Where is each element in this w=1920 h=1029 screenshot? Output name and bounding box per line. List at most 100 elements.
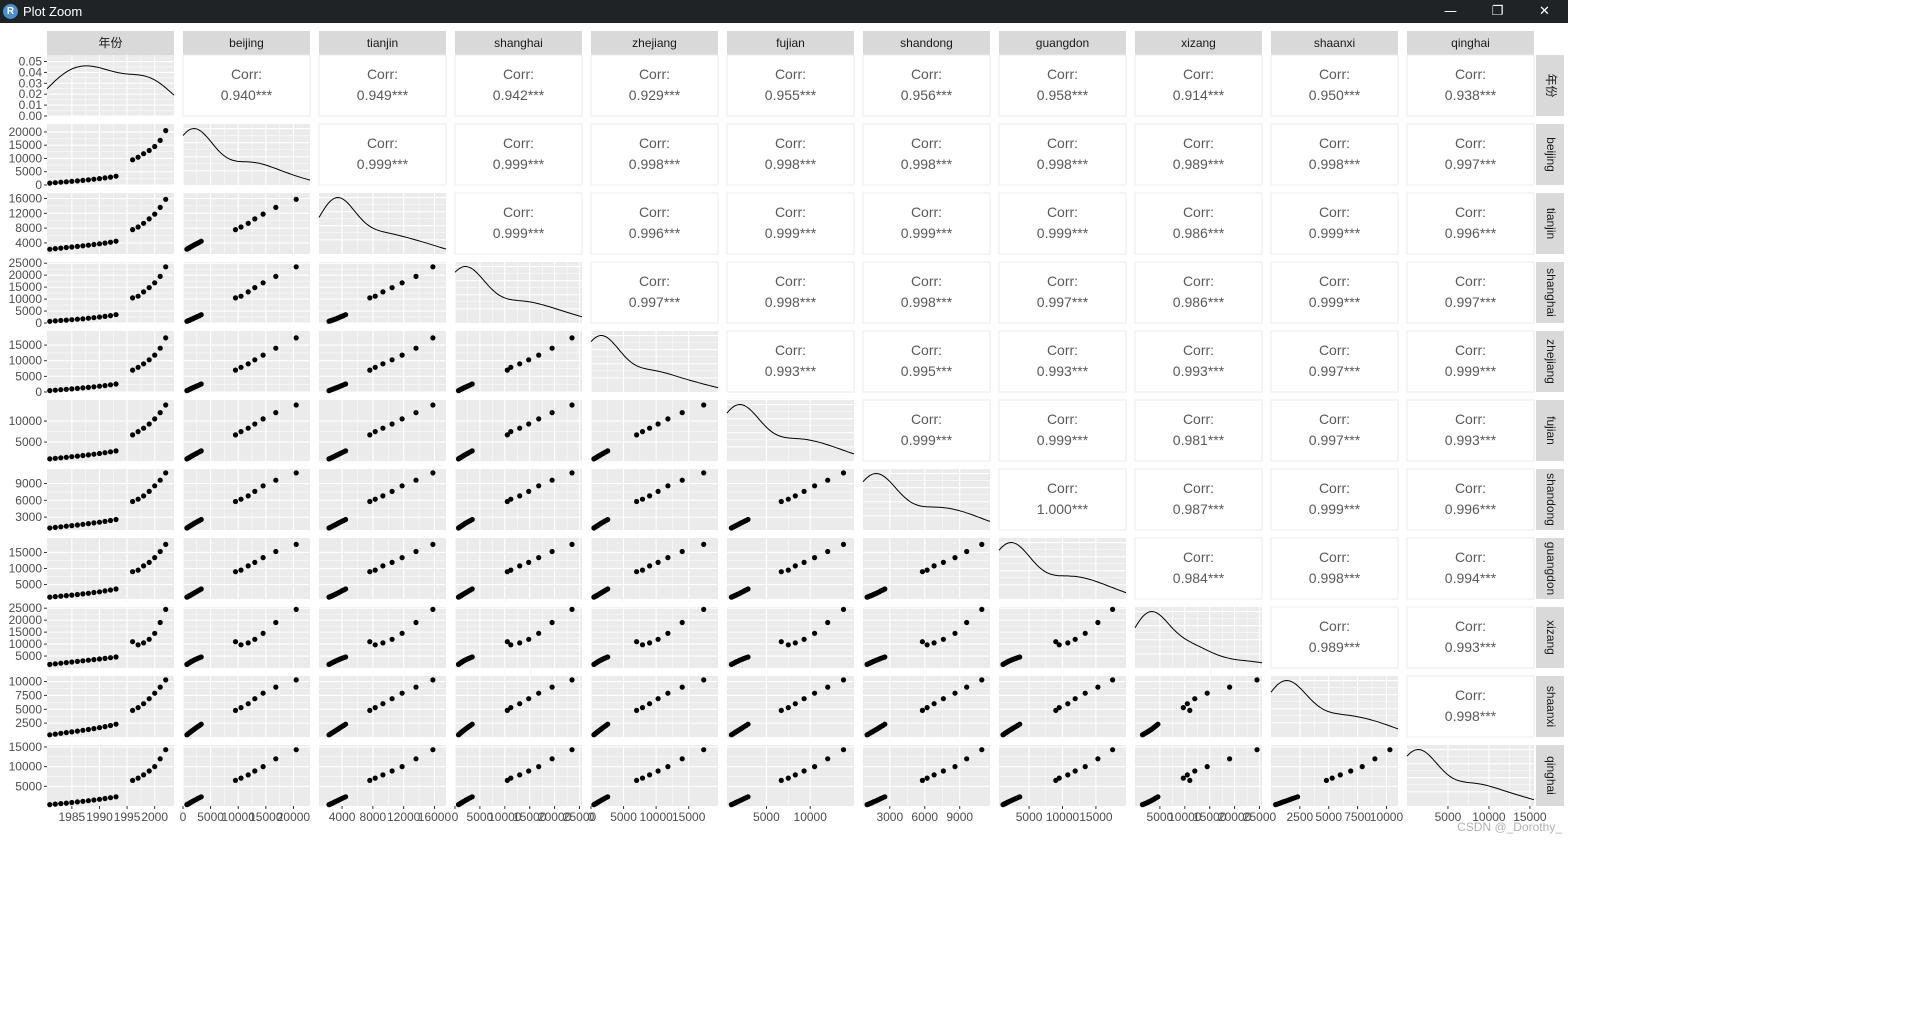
corr-label-2-3: Corr: xyxy=(503,204,534,220)
corr-panel-bg-4-8 xyxy=(1134,330,1263,393)
scatter-point-8-0-17 xyxy=(152,630,158,636)
corr-panel-bg-4-7 xyxy=(998,330,1127,393)
scatter-point-8-4-19 xyxy=(701,606,707,613)
x-tick-label-4-2: 10000 xyxy=(639,810,673,824)
scatter-point-4-1-16 xyxy=(252,357,258,363)
scatter-point-2-0-14 xyxy=(135,224,141,230)
corr-label-0-2: Corr: xyxy=(367,66,398,82)
scatter-point-5-1-16 xyxy=(252,421,258,427)
corr-panel-bg-0-2 xyxy=(318,54,447,117)
corr-value-1-3: 0.999*** xyxy=(493,156,545,172)
corr-panel-bg-0-6 xyxy=(862,54,991,117)
scatter-point-3-0-18 xyxy=(157,273,163,279)
pair-plot-matrix: 年份 beijing tianjin shanghai zhejiang fujian sh… xyxy=(9,31,1564,834)
corr-label-1-3: Corr: xyxy=(503,135,534,151)
scatter-point-8-6-13 xyxy=(919,639,926,645)
y-tick-label-8-0: 5000 xyxy=(15,649,42,663)
scatter-point-10-2-17 xyxy=(399,764,405,770)
corr-label-0-3: Corr: xyxy=(503,66,534,82)
panel-8-4 xyxy=(590,606,718,668)
y-tick-label-7-0: 5000 xyxy=(15,578,42,592)
scatter-point-7-3-16 xyxy=(526,559,532,566)
scatter-point-5-0-19 xyxy=(163,402,169,408)
scatter-point-3-1-19 xyxy=(293,264,299,270)
scatter-point-10-1-17 xyxy=(260,764,266,770)
scatter-point-7-2-18 xyxy=(413,548,419,555)
panel-8-10: Corr: 0.993*** xyxy=(1406,606,1535,669)
panel-10-10 xyxy=(1406,745,1535,806)
scatter-point-8-1-14 xyxy=(238,642,244,648)
corr-panel-bg-1-9 xyxy=(1270,123,1399,186)
x-tick-label-4-1: 5000 xyxy=(610,810,637,824)
scatter-point-10-9-18 xyxy=(1372,756,1378,762)
scatter-point-4-2-18 xyxy=(413,345,419,351)
scatter-point-9-3-19 xyxy=(569,677,575,683)
scatter-point-7-1-17 xyxy=(260,555,266,561)
panel-3-9: Corr: 0.999*** xyxy=(1270,261,1399,324)
scatter-point-10-1-16 xyxy=(252,768,258,774)
x-tick-label-5-1: 10000 xyxy=(794,810,828,824)
x-tick-label-1-0: 0 xyxy=(180,810,187,824)
scatter-point-6-1-14 xyxy=(238,496,244,502)
scatter-point-6-3-17 xyxy=(536,483,542,489)
scatter-point-8-4-18 xyxy=(679,619,685,626)
corr-value-5-7: 0.999*** xyxy=(1037,432,1089,448)
scatter-point-9-8-17 xyxy=(1204,690,1210,696)
corr-label-1-6: Corr: xyxy=(911,135,942,151)
corr-panel-bg-2-3 xyxy=(454,192,583,255)
panel-6-10: Corr: 0.996*** xyxy=(1406,468,1535,531)
scatter-point-7-5-16 xyxy=(801,559,807,566)
scatter-point-2-1-18 xyxy=(273,204,279,210)
scatter-point-7-1-15 xyxy=(245,563,251,569)
scatter-point-8-2-14 xyxy=(372,642,378,648)
scatter-point-5-0-5 xyxy=(74,453,80,459)
scatter-point-6-4-18 xyxy=(679,477,685,483)
corr-label-3-7: Corr: xyxy=(1047,273,1078,289)
column-strip-label-1: beijing xyxy=(229,36,264,50)
panel-0-10: Corr: 0.938*** xyxy=(1406,54,1535,117)
column-strip-label-3: shanghai xyxy=(494,36,543,50)
corr-panel-bg-7-8 xyxy=(1134,537,1263,600)
corr-label-0-1: Corr: xyxy=(231,66,262,82)
corr-panel-bg-1-5 xyxy=(726,123,855,186)
scatter-point-3-0-1 xyxy=(52,318,58,324)
scatter-point-10-4-12 xyxy=(605,794,611,800)
scatter-point-8-0-10 xyxy=(102,655,108,662)
corr-label-0-5: Corr: xyxy=(775,66,806,82)
x-tick-label-2-2: 12000 xyxy=(387,810,421,824)
panel-bg-6-4 xyxy=(591,469,718,530)
scatter-point-9-0-11 xyxy=(107,722,114,729)
corr-label-0-4: Corr: xyxy=(639,66,670,82)
scatter-point-9-5-15 xyxy=(792,701,798,707)
y-tick-label-9-1: 5000 xyxy=(15,702,42,716)
corr-panel-bg-2-5 xyxy=(726,192,855,255)
scatter-point-6-0-17 xyxy=(152,483,158,489)
scatter-point-10-5-13 xyxy=(778,777,784,784)
scatter-point-9-0-15 xyxy=(141,701,147,707)
row-strip-label-2: tianjin xyxy=(1544,208,1558,239)
corr-value-1-10: 0.997*** xyxy=(1445,156,1497,172)
scatter-point-5-3-12 xyxy=(469,448,475,454)
scatter-point-9-7-19 xyxy=(1110,677,1116,683)
scatter-point-5-1-13 xyxy=(232,432,239,438)
scatter-point-3-0-9 xyxy=(96,314,103,320)
scatter-point-9-3-12 xyxy=(469,721,475,727)
corr-label-2-8: Corr: xyxy=(1183,204,1214,220)
restore-button[interactable]: ❐ xyxy=(1474,0,1521,23)
scatter-point-3-2-18 xyxy=(413,273,419,279)
x-tick-label-6-1: 6000 xyxy=(911,810,938,824)
minimize-button[interactable]: — xyxy=(1427,0,1474,23)
scatter-point-1-0-12 xyxy=(113,173,119,179)
corr-value-4-9: 0.997*** xyxy=(1309,363,1361,379)
corr-value-1-7: 0.998*** xyxy=(1037,156,1089,172)
scatter-point-2-0-17 xyxy=(152,211,158,217)
scatter-point-4-1-12 xyxy=(198,381,204,387)
corr-panel-bg-6-10 xyxy=(1406,468,1535,531)
scatter-point-10-8-19 xyxy=(1254,747,1260,753)
scatter-point-10-4-13 xyxy=(634,777,640,784)
scatter-point-7-0-15 xyxy=(141,563,147,569)
close-button[interactable]: ✕ xyxy=(1521,0,1568,23)
scatter-point-10-6-13 xyxy=(919,777,926,784)
scatter-point-10-0-0 xyxy=(47,802,53,808)
scatter-point-8-3-14 xyxy=(508,642,514,648)
